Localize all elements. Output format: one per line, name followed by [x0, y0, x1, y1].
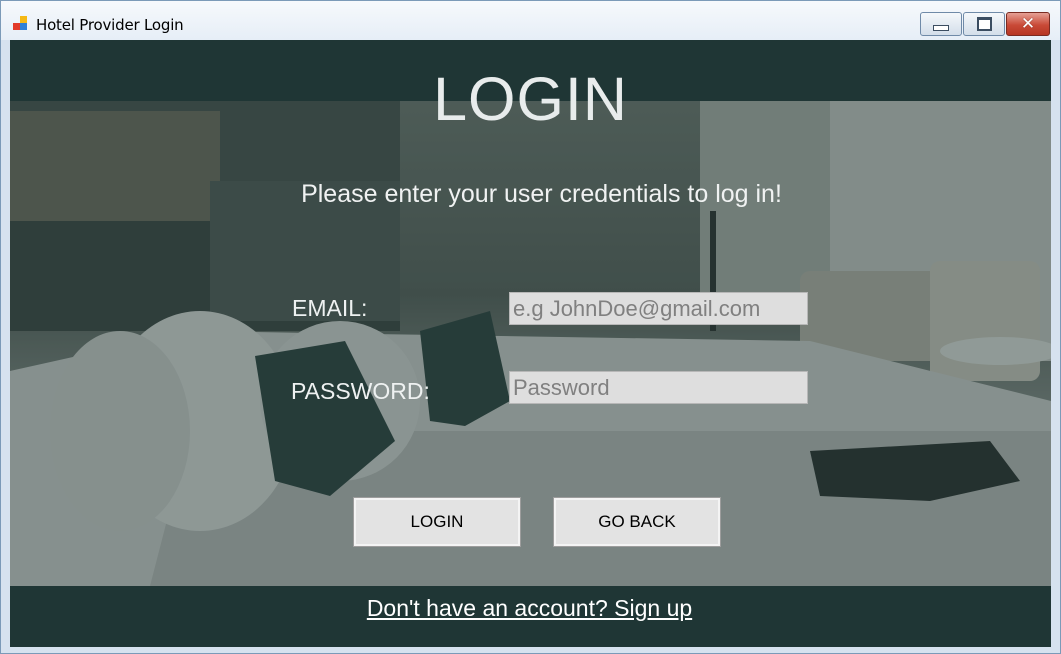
title-bar[interactable]: Hotel Provider Login ✕ — [1, 1, 1060, 40]
hotel-room-background-image — [10, 101, 1051, 586]
login-form: LOGIN Please enter your user credentials… — [10, 40, 1051, 647]
minimize-icon — [933, 25, 949, 31]
maximize-button[interactable] — [963, 12, 1005, 36]
close-button[interactable]: ✕ — [1006, 12, 1050, 36]
maximize-icon — [976, 17, 992, 31]
signup-link[interactable]: Don't have an account? Sign up — [10, 597, 1049, 620]
email-label: EMAIL: — [292, 295, 368, 321]
email-field[interactable] — [509, 292, 808, 325]
go-back-button[interactable]: GO BACK — [553, 497, 721, 547]
page-title: LOGIN — [433, 65, 628, 133]
app-window: Hotel Provider Login ✕ LOGIN Please ente… — [0, 0, 1061, 654]
close-icon: ✕ — [1020, 14, 1036, 34]
login-button[interactable]: LOGIN — [353, 497, 521, 547]
minimize-button[interactable] — [920, 12, 962, 36]
instructions-text: Please enter your user credentials to lo… — [301, 180, 782, 208]
password-field[interactable] — [509, 371, 808, 404]
photo-tint-overlay — [10, 101, 1051, 586]
app-form-icon — [13, 16, 29, 32]
password-label: PASSWORD: — [291, 378, 430, 404]
window-title: Hotel Provider Login — [36, 16, 184, 34]
